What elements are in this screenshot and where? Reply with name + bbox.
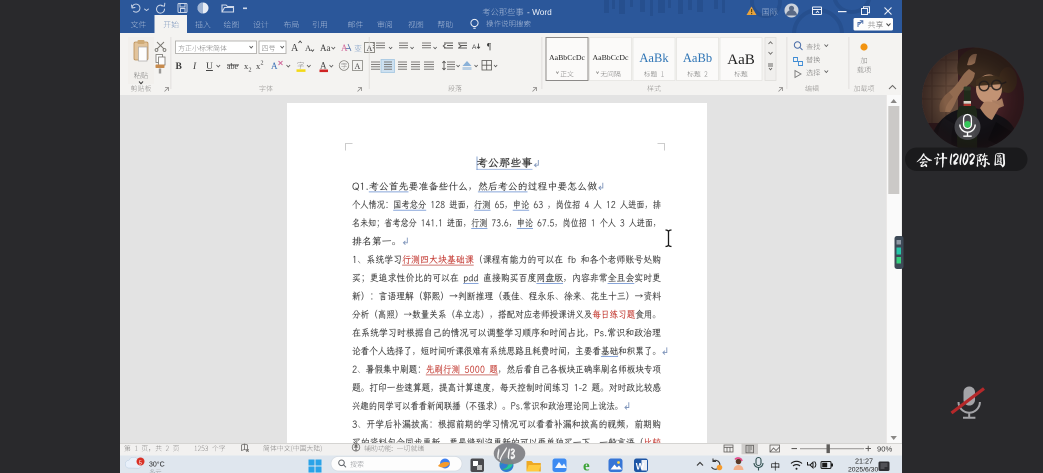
svg-text:2025/6/30: 2025/6/30: [848, 467, 878, 473]
svg-text:W: W: [636, 462, 645, 472]
svg-text:21:27: 21:27: [855, 457, 873, 466]
svg-text:A: A: [271, 61, 278, 71]
svg-text:AaB: AaB: [727, 52, 755, 68]
svg-text:B: B: [176, 62, 183, 72]
svg-text:¶: ¶: [487, 42, 491, 52]
svg-text:A: A: [305, 43, 312, 53]
svg-text:2: 2: [249, 68, 252, 74]
svg-text:AaBb: AaBb: [683, 51, 712, 65]
svg-text:A: A: [291, 43, 299, 54]
svg-text:A: A: [320, 61, 327, 71]
svg-text:A: A: [341, 43, 348, 53]
svg-text:5: 5: [139, 460, 142, 466]
svg-text:90%: 90%: [877, 445, 892, 454]
svg-text:Aa: Aa: [320, 43, 331, 53]
svg-text:2: 2: [261, 61, 264, 67]
svg-text:AaBbCcDc: AaBbCcDc: [549, 53, 585, 62]
svg-text:abe: abe: [227, 62, 239, 71]
svg-text:U: U: [206, 62, 213, 72]
svg-text:AaBk: AaBk: [639, 51, 669, 65]
svg-text:- Word: - Word: [527, 7, 552, 17]
svg-text:AaBbCcDc: AaBbCcDc: [593, 53, 629, 62]
svg-text:A: A: [355, 62, 361, 71]
svg-text:30°C: 30°C: [149, 461, 165, 469]
svg-text:A: A: [472, 44, 477, 51]
svg-text:e: e: [583, 459, 590, 473]
